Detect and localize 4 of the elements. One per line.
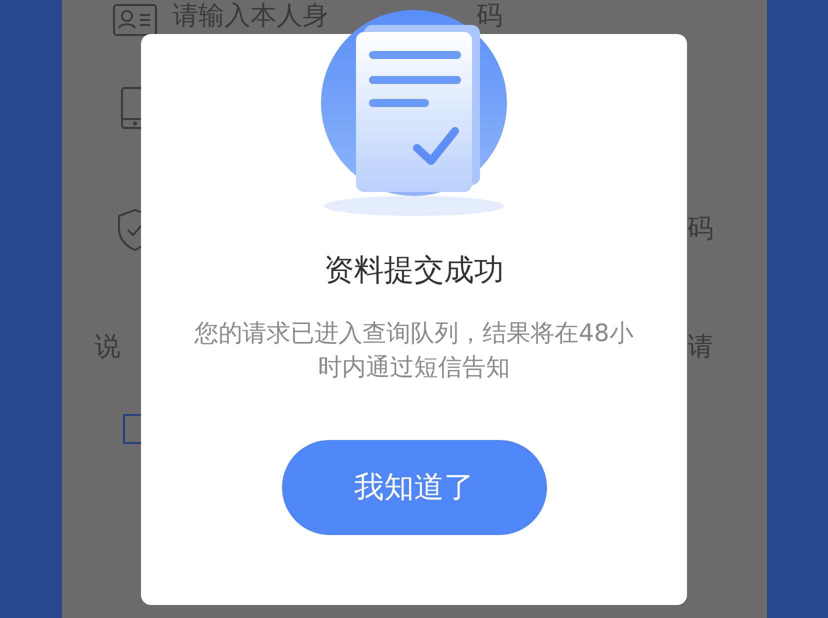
id-card-icon [112,4,156,36]
dialog-title: 资料提交成功 [324,256,504,286]
confirm-button[interactable]: 我知道了 [282,440,546,535]
dialog-message: 您的请求已进入查询队列，结果将在48小时内通过短信告知 [194,318,634,383]
